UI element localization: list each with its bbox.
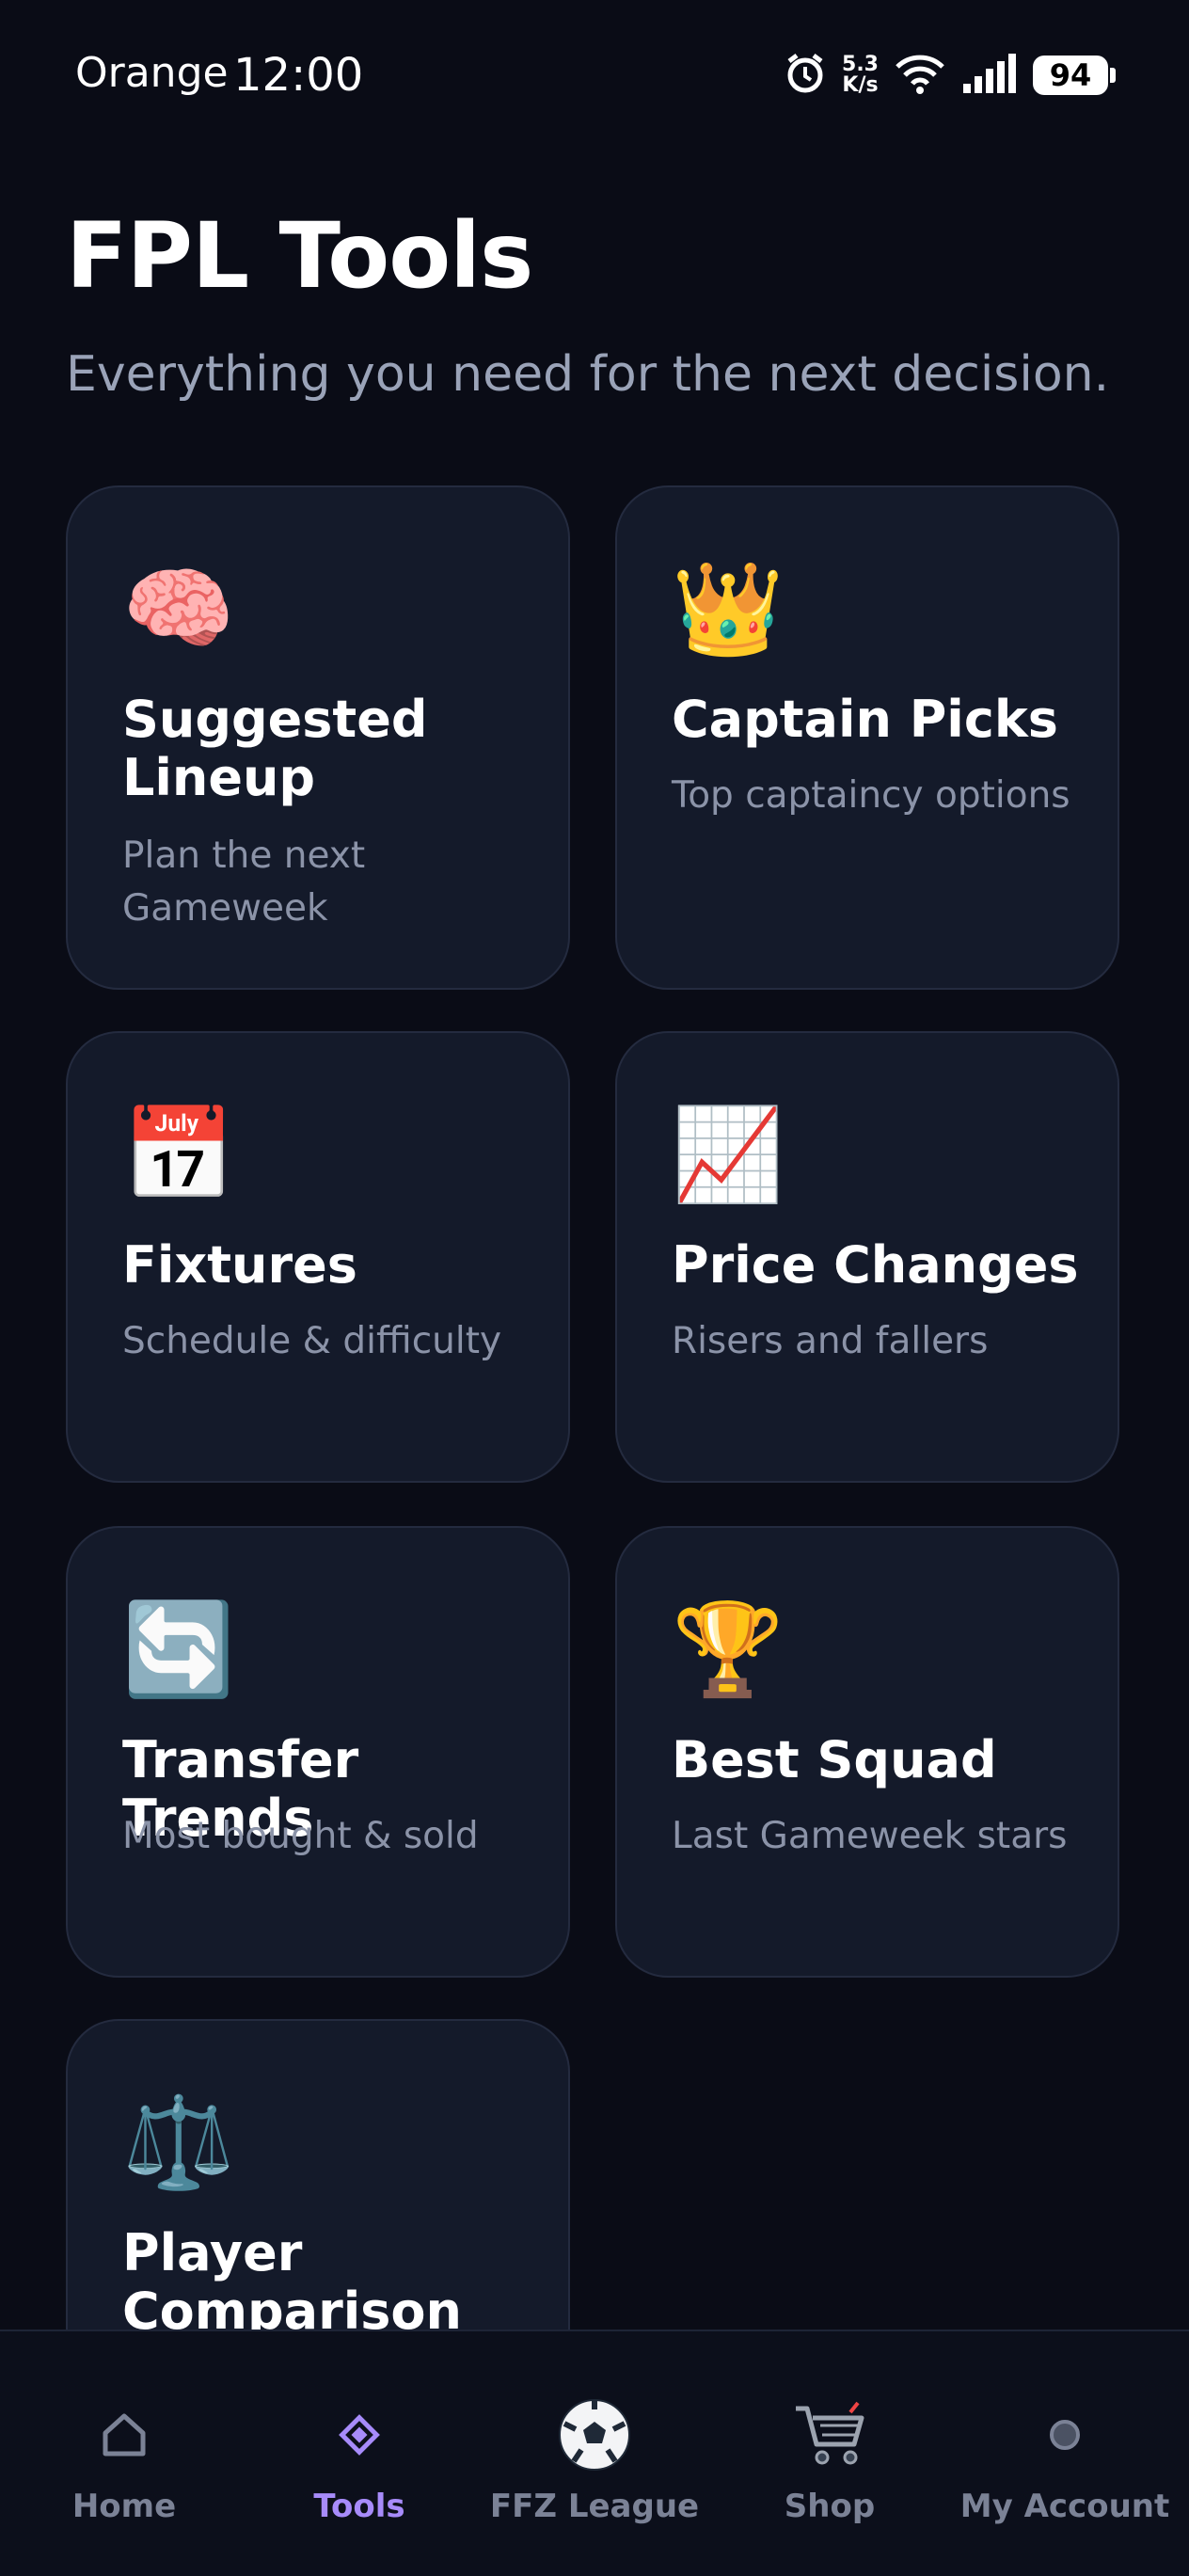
account-icon: [946, 2388, 1183, 2482]
speed-value: 5.3: [842, 53, 879, 76]
tool-card-fixtures[interactable]: 📅 Fixtures Schedule & difficulty: [66, 1031, 570, 1483]
tool-card-price-changes[interactable]: 📈 Price Changes Risers and fallers: [615, 1031, 1119, 1483]
tool-card-description: Last Gameweek stars: [672, 1815, 1068, 1857]
status-icons: 5.3 K/s 94: [784, 47, 1116, 103]
tool-card-title: Fixtures: [122, 1235, 357, 1295]
nav-label: Shop: [784, 2488, 876, 2525]
nav-label: Tools: [313, 2488, 405, 2525]
wifi-icon: [894, 52, 946, 99]
calendar-icon: 📅: [122, 1102, 235, 1207]
carrier-name: Orange: [75, 49, 229, 97]
nav-item-shop[interactable]: Shop: [711, 2331, 948, 2576]
tool-card-description: Plan the next Gameweek: [122, 835, 366, 930]
nav-item-my-account[interactable]: My Account: [946, 2331, 1183, 2576]
tool-card-captain-picks[interactable]: 👑 Captain Picks Top captaincy options: [615, 485, 1119, 990]
repeat-icon: 🔄: [122, 1597, 235, 1702]
tool-card-title: Suggested Lineup: [122, 690, 428, 807]
signal-icon: [961, 54, 1018, 97]
cart-icon: [711, 2388, 948, 2482]
clock: 12:00: [233, 49, 364, 102]
tool-card-description: Schedule & difficulty: [122, 1320, 502, 1362]
tool-card-title: Player Comparison: [122, 2223, 462, 2341]
nav-item-ffz-league[interactable]: FFZ League: [476, 2331, 713, 2576]
soccer-ball-icon: [476, 2388, 713, 2482]
nav-item-home[interactable]: Home: [6, 2331, 243, 2576]
tool-card-title: Captain Picks: [672, 690, 1058, 749]
tool-card-transfer-trends[interactable]: 🔄 Transfer Trends Most bought & sold: [66, 1526, 570, 1978]
nav-label: My Account: [959, 2488, 1170, 2525]
page-title: FPL Tools: [66, 203, 533, 309]
nav-label: FFZ League: [489, 2488, 700, 2525]
tool-card-suggested-lineup[interactable]: 🧠 Suggested Lineup Plan the next Gamewee…: [66, 485, 570, 990]
diamond-icon: [241, 2388, 478, 2482]
bottom-navigation: Home Tools FFZ League Shop My Account: [0, 2330, 1189, 2576]
nav-item-tools[interactable]: Tools: [241, 2331, 478, 2576]
tool-card-title: Price Changes: [672, 1235, 1079, 1295]
tool-card-title: Best Squad: [672, 1730, 997, 1789]
network-speed: 5.3 K/s: [842, 55, 879, 96]
crown-icon: 👑: [672, 556, 785, 661]
chart-increasing-icon: 📈: [672, 1102, 785, 1207]
trophy-icon: 🏆: [672, 1597, 785, 1702]
page-subtitle: Everything you need for the next decisio…: [66, 346, 1110, 403]
balance-scale-icon: ⚖️: [122, 2090, 235, 2195]
tool-card-description: Most bought & sold: [122, 1815, 479, 1857]
tool-card-description: Top captaincy options: [672, 774, 1070, 817]
brain-icon: 🧠: [122, 556, 235, 661]
battery-icon: 94: [1033, 56, 1116, 95]
status-bar: Orange 12:00 5.3 K/s 94: [0, 0, 1189, 141]
alarm-icon: [784, 52, 827, 99]
speed-unit: K/s: [842, 73, 879, 97]
home-icon: [6, 2388, 243, 2482]
nav-label: Home: [71, 2488, 177, 2525]
tool-card-best-squad[interactable]: 🏆 Best Squad Last Gameweek stars: [615, 1526, 1119, 1978]
tool-card-description: Risers and fallers: [672, 1320, 989, 1362]
